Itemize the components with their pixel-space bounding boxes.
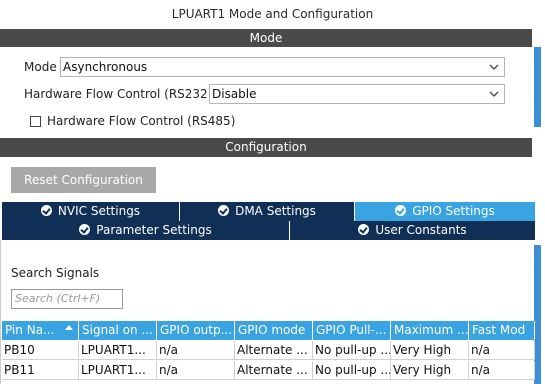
table-cell[interactable]: Very High bbox=[391, 361, 469, 380]
tab-parameter-settings[interactable]: Parameter Settings bbox=[2, 221, 289, 240]
flow232-label: Hardware Flow Control (RS232) bbox=[24, 87, 213, 101]
table-cell[interactable]: No pull-up ... bbox=[313, 341, 391, 360]
table-cell[interactable]: PB11 bbox=[2, 361, 79, 380]
column-header-label: Pin Na... bbox=[5, 323, 55, 337]
column-header-fast-mode[interactable]: Fast Mod bbox=[469, 321, 535, 340]
flow232-select[interactable]: Disable bbox=[209, 84, 505, 104]
check-circle-icon bbox=[79, 224, 91, 235]
reset-configuration-button[interactable]: Reset Configuration bbox=[11, 167, 156, 193]
table-cell[interactable]: Alternate ... bbox=[235, 341, 313, 360]
table-cell[interactable]: LPUART1... bbox=[79, 341, 157, 360]
tab-label: GPIO Settings bbox=[412, 204, 495, 218]
column-header-maximum[interactable]: Maximum ... bbox=[391, 321, 469, 340]
window-title: LPUART1 Mode and Configuration bbox=[171, 7, 374, 21]
table-cell[interactable]: Very High bbox=[391, 341, 469, 360]
mode-label: Mode bbox=[24, 60, 57, 74]
tab-label: User Constants bbox=[375, 223, 467, 237]
mode-select-value: Asynchronous bbox=[63, 60, 148, 74]
flow485-label: Hardware Flow Control (RS485) bbox=[47, 114, 236, 128]
tab-label: Parameter Settings bbox=[96, 223, 212, 237]
table-cell[interactable]: n/a bbox=[157, 341, 235, 360]
table-cell[interactable]: No pull-up ... bbox=[313, 361, 391, 380]
check-circle-icon bbox=[358, 224, 370, 235]
check-circle-icon bbox=[395, 205, 407, 216]
config-section-header: Configuration bbox=[0, 138, 532, 157]
tab-nvic-settings[interactable]: NVIC Settings bbox=[2, 202, 179, 221]
tab-dma-settings[interactable]: DMA Settings bbox=[180, 202, 354, 221]
mode-scrollbar[interactable] bbox=[534, 47, 541, 127]
flow232-select-value: Disable bbox=[212, 87, 257, 101]
mode-select[interactable]: Asynchronous bbox=[60, 57, 505, 77]
table-cell[interactable]: n/a bbox=[469, 361, 535, 380]
check-circle-icon bbox=[40, 205, 52, 216]
column-header-pin-name[interactable]: Pin Na... bbox=[2, 321, 79, 340]
column-header-gpio-mode[interactable]: GPIO mode bbox=[235, 321, 313, 340]
check-circle-icon bbox=[218, 205, 230, 216]
tab-label: DMA Settings bbox=[235, 204, 316, 218]
table-cell[interactable]: n/a bbox=[157, 361, 235, 380]
mode-section-header: Mode bbox=[0, 29, 532, 47]
gpio-panel-scrollbar[interactable] bbox=[534, 245, 541, 384]
column-header-gpio-output[interactable]: GPIO outp... bbox=[157, 321, 235, 340]
tab-user-constants[interactable]: User Constants bbox=[290, 221, 535, 240]
table-cell[interactable]: PB10 bbox=[2, 341, 79, 360]
column-header-signal[interactable]: Signal on ... bbox=[79, 321, 157, 340]
chevron-down-icon bbox=[489, 64, 499, 70]
search-signals-label: Search Signals bbox=[11, 266, 100, 280]
tab-label: NVIC Settings bbox=[57, 204, 141, 218]
table-cell[interactable]: n/a bbox=[469, 341, 535, 360]
table-cell[interactable]: Alternate ... bbox=[235, 361, 313, 380]
flow485-checkbox[interactable] bbox=[30, 116, 41, 127]
tab-gpio-settings[interactable]: GPIO Settings bbox=[355, 202, 535, 221]
sort-up-icon bbox=[65, 325, 73, 330]
search-input[interactable]: Search (Ctrl+F) bbox=[11, 289, 123, 309]
column-header-gpio-pull[interactable]: GPIO Pull-... bbox=[313, 321, 391, 340]
table-cell[interactable]: LPUART1... bbox=[79, 361, 157, 380]
chevron-down-icon bbox=[489, 91, 499, 97]
